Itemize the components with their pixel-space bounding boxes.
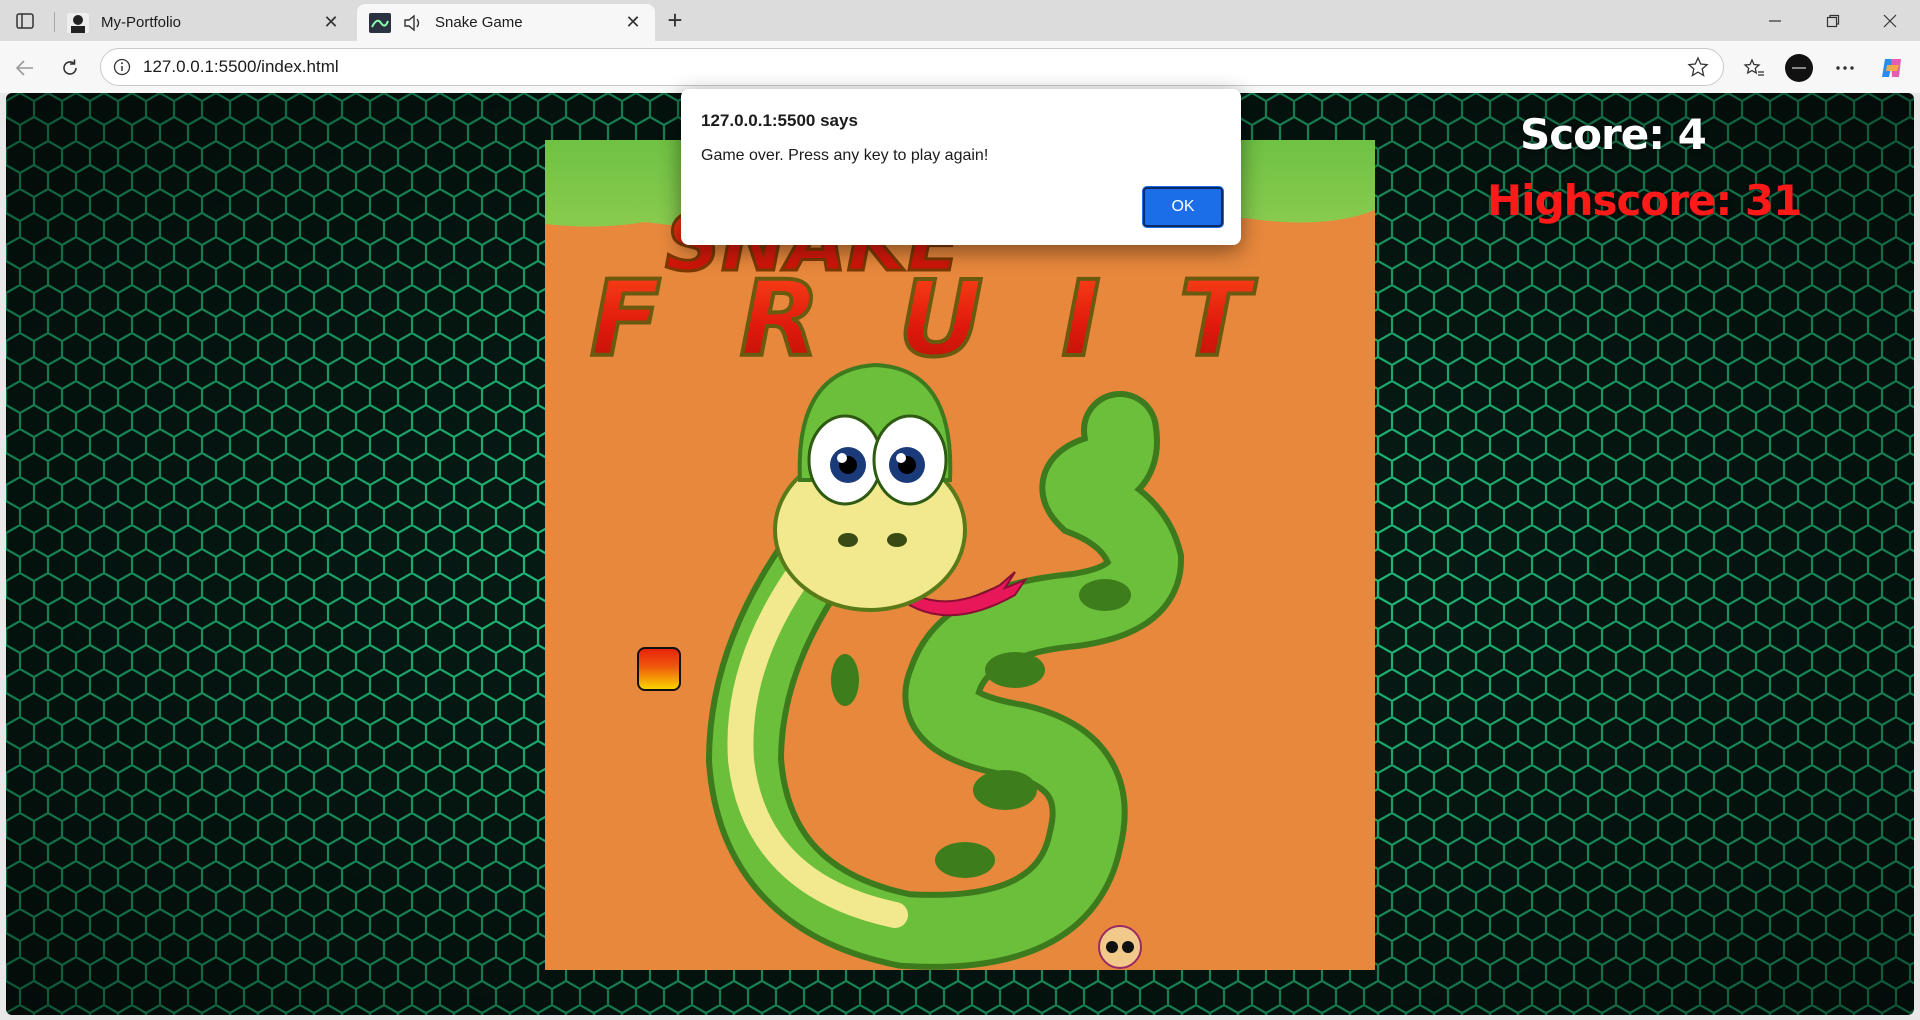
- board-illustration: SNAKE FRUIT: [545, 140, 1375, 970]
- close-window-icon[interactable]: [1870, 8, 1910, 34]
- snake-eye: [1106, 941, 1118, 953]
- fruit-food: [637, 647, 681, 691]
- sidebar-toggle-icon[interactable]: [10, 8, 40, 34]
- tab-my-portfolio[interactable]: My-Portfolio ✕: [55, 4, 353, 41]
- tab-snake-game[interactable]: Snake Game ✕: [357, 4, 655, 41]
- close-icon[interactable]: ✕: [623, 12, 643, 33]
- alert-message: Game over. Press any key to play again!: [701, 147, 989, 164]
- speaker-icon[interactable]: [403, 14, 423, 32]
- ok-button[interactable]: OK: [1143, 187, 1223, 227]
- star-icon[interactable]: [1687, 56, 1709, 78]
- restore-icon[interactable]: [1813, 8, 1853, 34]
- back-arrow-icon[interactable]: [10, 53, 40, 83]
- alert-dialog: 127.0.0.1:5500 says Game over. Press any…: [681, 89, 1241, 245]
- minimize-icon[interactable]: [1755, 8, 1795, 34]
- tab-strip: My-Portfolio ✕ Snake Game ✕ +: [0, 0, 1920, 41]
- game-board[interactable]: SNAKE FRUIT: [545, 140, 1375, 970]
- address-bar[interactable]: 127.0.0.1:5500/index.html: [100, 48, 1724, 86]
- browser-toolbar: 127.0.0.1:5500/index.html: [0, 41, 1920, 93]
- copilot-icon[interactable]: [1876, 52, 1908, 84]
- favorites-icon[interactable]: [1738, 52, 1770, 84]
- profile-icon[interactable]: [1783, 52, 1815, 84]
- url-text[interactable]: 127.0.0.1:5500/index.html: [143, 57, 1687, 77]
- new-tab-button[interactable]: +: [662, 7, 688, 34]
- portfolio-favicon-icon: [67, 12, 89, 33]
- tab-title: Snake Game: [435, 14, 523, 31]
- more-icon[interactable]: [1829, 52, 1861, 84]
- player-snake-head: [1098, 925, 1142, 969]
- close-icon[interactable]: ✕: [321, 12, 341, 33]
- cartoon-snake: [705, 362, 1185, 970]
- score-label: Score: 4: [1520, 110, 1707, 159]
- highscore-label: Highscore: 31: [1487, 176, 1802, 225]
- snake-eye: [1122, 941, 1134, 953]
- info-icon[interactable]: [113, 58, 131, 76]
- tab-title: My-Portfolio: [101, 14, 182, 31]
- snake-game-favicon-icon: [369, 12, 391, 33]
- reload-icon[interactable]: [55, 53, 85, 83]
- alert-title: 127.0.0.1:5500 says: [701, 111, 858, 130]
